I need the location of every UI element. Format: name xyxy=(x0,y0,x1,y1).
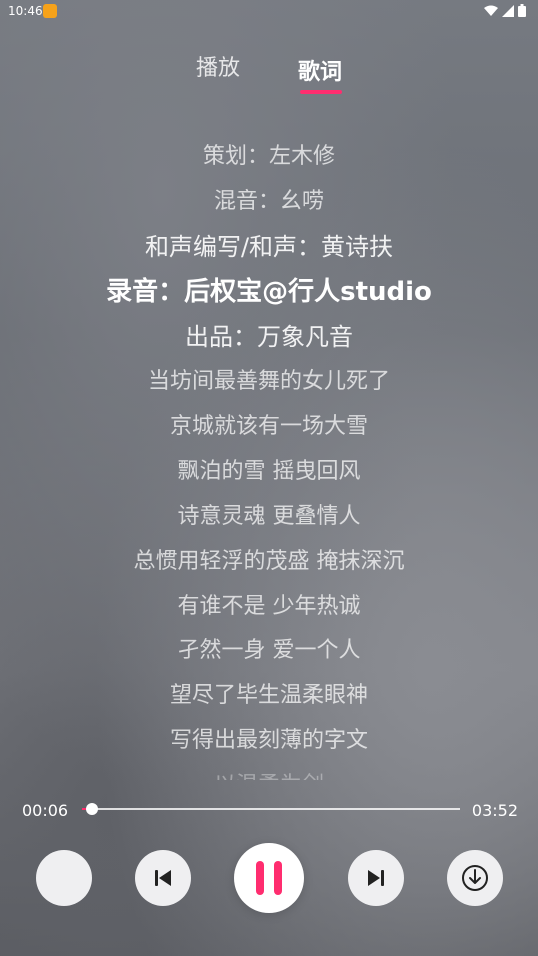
status-icons xyxy=(484,4,526,17)
pause-icon xyxy=(256,861,282,895)
next-button[interactable] xyxy=(348,850,404,906)
lyric-line: 出品：万象凡音 xyxy=(185,323,353,351)
notification-app-icon xyxy=(43,4,57,18)
lyric-line: 和声编写/和声：黄诗扶 xyxy=(144,233,394,261)
lyric-line: 有谁不是 少年热诚 xyxy=(177,594,361,619)
wifi-icon xyxy=(484,5,498,16)
current-time: 00:06 xyxy=(22,801,69,820)
lyrics-panel[interactable]: 策划：左木修 混音：幺唠 和声编写/和声：黄诗扶 录音：后权宝@行人studio… xyxy=(0,130,538,780)
player-screen: 10:46 播放 歌词 策划：左木修 混音：幺唠 和声编写/和声：黄诗扶 录音：… xyxy=(0,0,538,956)
skip-next-icon xyxy=(368,870,384,886)
tab-lyrics[interactable]: 歌词 xyxy=(298,54,342,86)
lyric-line: 混音：幺唠 xyxy=(213,189,324,214)
lyric-line: 飘泊的雪 摇曳回风 xyxy=(177,459,361,484)
lyric-line: 京城就该有一场大雪 xyxy=(169,414,368,439)
play-pause-button[interactable] xyxy=(234,843,304,913)
tab-bar: 播放 歌词 xyxy=(0,46,538,96)
battery-icon xyxy=(518,4,526,17)
progress-thumb[interactable] xyxy=(85,803,98,815)
previous-button[interactable] xyxy=(135,850,191,906)
lyric-line: 孑然一身 爱一个人 xyxy=(177,638,361,663)
lyric-line: 写得出最刻薄的字文 xyxy=(169,728,368,753)
status-time: 10:46 xyxy=(8,4,43,18)
tab-active-indicator xyxy=(300,90,342,94)
lyric-line-current: 录音：后权宝@行人studio xyxy=(106,277,432,307)
download-icon xyxy=(462,865,488,891)
signal-icon xyxy=(502,4,514,17)
lyric-line: 望尽了毕生温柔眼神 xyxy=(169,683,368,708)
lyric-line: 当坊间最善舞的女儿死了 xyxy=(147,369,390,394)
album-cover-button[interactable] xyxy=(36,850,92,906)
lyric-line: 诗意灵魂 更叠情人 xyxy=(177,504,361,529)
lyric-line: 以温柔为剑 xyxy=(0,767,538,780)
total-time: 03:52 xyxy=(471,801,518,820)
skip-previous-icon xyxy=(155,870,171,886)
status-bar: 10:46 xyxy=(0,0,538,22)
progress-bar[interactable] xyxy=(82,803,460,815)
lyric-line: 策划：左木修 xyxy=(202,144,335,169)
lyric-line: 总惯用轻浮的茂盛 掩抹深沉 xyxy=(133,549,405,574)
tab-play[interactable]: 播放 xyxy=(196,50,240,82)
download-button[interactable] xyxy=(447,850,503,906)
